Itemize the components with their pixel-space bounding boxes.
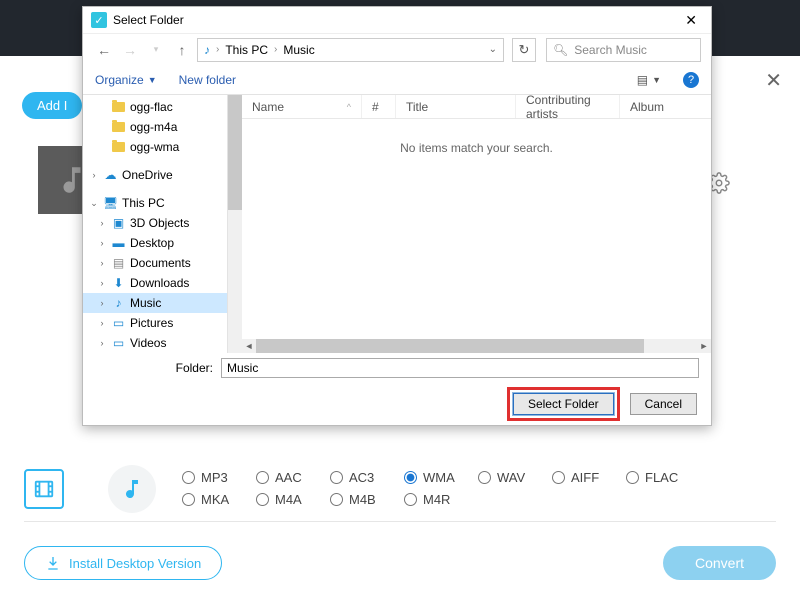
back-button[interactable]: ←	[93, 39, 115, 61]
picture-icon: ▭	[111, 316, 126, 330]
help-icon[interactable]: ?	[683, 72, 699, 88]
add-button[interactable]: Add I	[22, 92, 82, 119]
app-icon: ✓	[91, 12, 107, 28]
format-option-aac[interactable]: AAC	[256, 470, 330, 485]
chevron-right-icon: ›	[216, 44, 219, 55]
tree-item-ogg-flac[interactable]: ogg-flac	[83, 97, 227, 117]
dialog-title: Select Folder	[113, 13, 184, 27]
tree-item-3d-objects[interactable]: ›▣3D Objects	[83, 213, 227, 233]
address-dropdown-icon[interactable]: ⌄	[489, 44, 497, 55]
col-title[interactable]: Title	[396, 95, 516, 118]
new-folder-button[interactable]: New folder	[179, 73, 236, 87]
format-option-m4r[interactable]: M4R	[404, 492, 478, 507]
tree-item-documents[interactable]: ›▤Documents	[83, 253, 227, 273]
tree-item-videos[interactable]: ›▭Videos	[83, 333, 227, 353]
tree-item-ogg-wma[interactable]: ogg-wma	[83, 137, 227, 157]
folder-input[interactable]	[221, 358, 699, 378]
music-icon: ♪	[111, 296, 126, 310]
format-option-ac3[interactable]: AC3	[330, 470, 404, 485]
folder-input-row: Folder:	[83, 353, 711, 383]
format-option-flac[interactable]: FLAC	[626, 470, 700, 485]
col-artists[interactable]: Contributing artists	[516, 95, 620, 118]
select-folder-button[interactable]: Select Folder	[513, 393, 614, 415]
document-icon: ▤	[111, 256, 126, 270]
format-bar: MP3AACAC3WMAWAVAIFF MKAM4AM4BM4R FLAC	[24, 456, 776, 522]
breadcrumb-current[interactable]: Music	[283, 43, 314, 57]
address-bar[interactable]: ♪ › This PC › Music ⌄	[197, 38, 504, 62]
video-icon: ▭	[111, 336, 126, 350]
close-icon[interactable]: ✕	[765, 68, 782, 93]
col-name[interactable]: Name ^	[242, 95, 362, 118]
recent-dropdown[interactable]: ▾	[145, 39, 167, 61]
up-button[interactable]: ↑	[171, 39, 193, 61]
music-icon: ♪	[204, 43, 210, 57]
tree-item-onedrive[interactable]: ›☁OneDrive	[83, 165, 227, 185]
tree-item-music[interactable]: ›♪Music	[83, 293, 227, 313]
audio-format-tab[interactable]	[108, 465, 156, 513]
horizontal-scrollbar[interactable]: ◄ ►	[242, 339, 711, 353]
nav-row: ← → ▾ ↑ ♪ › This PC › Music ⌄ ↻ 🔍︎ Searc…	[83, 33, 711, 65]
tree-item-this-pc[interactable]: ⌄🖥This PC	[83, 193, 227, 213]
chevron-right-icon: ›	[274, 44, 277, 55]
tree-item-ogg-m4a[interactable]: ogg-m4a	[83, 117, 227, 137]
refresh-button[interactable]: ↻	[512, 38, 536, 62]
convert-button[interactable]: Convert	[663, 546, 776, 580]
col-number[interactable]: #	[362, 95, 396, 118]
file-list-pane: Name ^ # Title Contributing artists Albu…	[242, 95, 711, 353]
cloud-icon: ☁	[103, 168, 118, 182]
format-option-m4a[interactable]: M4A	[256, 492, 330, 507]
tree-item-desktop[interactable]: ›▬Desktop	[83, 233, 227, 253]
organize-menu[interactable]: Organize▼	[95, 73, 157, 87]
dialog-toolbar: Organize▼ New folder ▤▼ ?	[83, 65, 711, 95]
forward-button[interactable]: →	[119, 39, 141, 61]
tree-item-pictures[interactable]: ›▭Pictures	[83, 313, 227, 333]
column-headers: Name ^ # Title Contributing artists Albu…	[242, 95, 711, 119]
install-desktop-button[interactable]: Install Desktop Version	[24, 546, 222, 580]
cancel-button[interactable]: Cancel	[630, 393, 697, 415]
pc-icon: 🖥	[103, 196, 118, 210]
select-folder-dialog: ✓ Select Folder ✕ ← → ▾ ↑ ♪ › This PC › …	[82, 6, 712, 426]
highlight-box: Select Folder	[507, 387, 620, 421]
folder-label: Folder:	[83, 361, 213, 375]
breadcrumb-root[interactable]: This PC	[225, 43, 268, 57]
scroll-left-icon[interactable]: ◄	[242, 339, 256, 353]
dialog-buttons: Select Folder Cancel	[83, 383, 711, 425]
view-options-button[interactable]: ▤▼	[637, 73, 661, 87]
folder-tree: ogg-flac ogg-m4a ogg-wma ›☁OneDrive ⌄🖥Th…	[83, 95, 228, 353]
search-placeholder: Search Music	[574, 43, 647, 57]
scroll-right-icon[interactable]: ►	[697, 339, 711, 353]
dialog-close-button[interactable]: ✕	[679, 12, 703, 29]
search-input[interactable]: 🔍︎ Search Music	[546, 38, 701, 62]
format-option-mp3[interactable]: MP3	[182, 470, 256, 485]
format-option-aiff[interactable]: AIFF	[552, 470, 626, 485]
search-icon: 🔍︎	[553, 43, 568, 57]
tree-item-downloads[interactable]: ›⬇Downloads	[83, 273, 227, 293]
format-options: MP3AACAC3WMAWAVAIFF MKAM4AM4BM4R FLAC	[182, 467, 700, 511]
col-album[interactable]: Album	[620, 95, 711, 118]
titlebar: ✓ Select Folder ✕	[83, 7, 711, 33]
bottom-bar: Install Desktop Version Convert	[24, 546, 776, 580]
download-icon: ⬇	[111, 276, 126, 290]
video-format-tab[interactable]	[24, 469, 64, 509]
format-option-wav[interactable]: WAV	[478, 470, 552, 485]
tree-scrollbar[interactable]	[228, 95, 242, 353]
desktop-icon: ▬	[111, 236, 126, 250]
format-option-mka[interactable]: MKA	[182, 492, 256, 507]
empty-message: No items match your search.	[242, 119, 711, 155]
format-option-wma[interactable]: WMA	[404, 470, 478, 485]
format-option-m4b[interactable]: M4B	[330, 492, 404, 507]
cube-icon: ▣	[111, 216, 126, 230]
